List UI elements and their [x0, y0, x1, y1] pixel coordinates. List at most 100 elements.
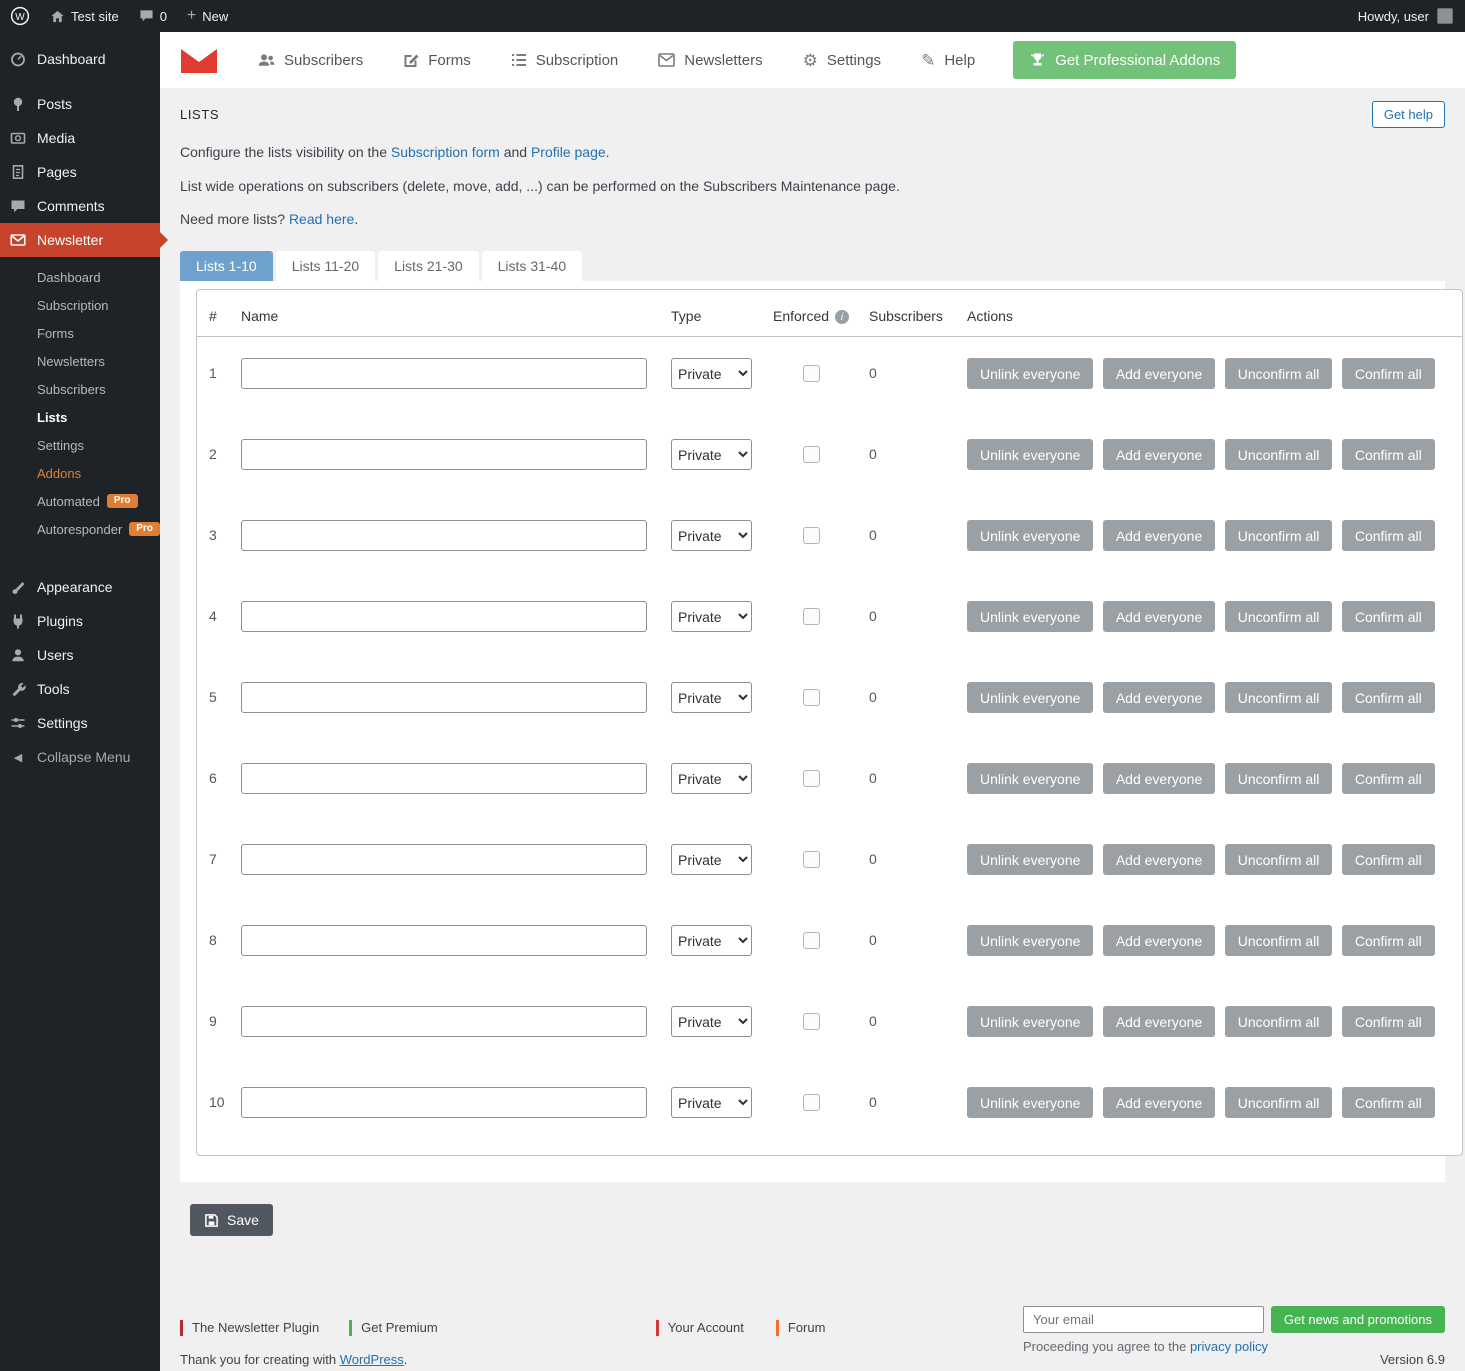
sidebar-item-users[interactable]: Users	[0, 638, 160, 672]
add-everyone-button[interactable]: Add everyone	[1103, 439, 1215, 470]
unconfirm-all-button[interactable]: Unconfirm all	[1225, 682, 1333, 713]
list-name-input[interactable]	[241, 763, 647, 794]
list-name-input[interactable]	[241, 1006, 647, 1037]
comments-menu[interactable]: 0	[129, 0, 177, 32]
list-type-select[interactable]: Private	[671, 520, 752, 551]
profile-page-link[interactable]: Profile page	[531, 144, 606, 160]
footer-email-input[interactable]	[1023, 1306, 1264, 1333]
enforced-checkbox[interactable]	[803, 770, 820, 787]
list-type-select[interactable]: Private	[671, 1087, 752, 1118]
confirm-all-button[interactable]: Confirm all	[1342, 925, 1435, 956]
submenu-item-addons[interactable]: Addons	[0, 459, 160, 487]
unconfirm-all-button[interactable]: Unconfirm all	[1225, 925, 1333, 956]
sidebar-item-posts[interactable]: Posts	[0, 87, 160, 121]
add-everyone-button[interactable]: Add everyone	[1103, 1087, 1215, 1118]
list-name-input[interactable]	[241, 925, 647, 956]
sidebar-item-settings[interactable]: Settings	[0, 706, 160, 740]
footer-link-your-account[interactable]: Your Account	[656, 1320, 744, 1336]
list-name-input[interactable]	[241, 601, 647, 632]
site-name-menu[interactable]: Test site	[40, 0, 129, 32]
submenu-item-dashboard[interactable]: Dashboard	[0, 263, 160, 291]
new-content-menu[interactable]: + New	[177, 0, 238, 32]
enforced-checkbox[interactable]	[803, 446, 820, 463]
confirm-all-button[interactable]: Confirm all	[1342, 601, 1435, 632]
tab-lists-31-40[interactable]: Lists 31-40	[482, 251, 582, 281]
sidebar-item-tools[interactable]: Tools	[0, 672, 160, 706]
enforced-checkbox[interactable]	[803, 689, 820, 706]
unconfirm-all-button[interactable]: Unconfirm all	[1225, 358, 1333, 389]
confirm-all-button[interactable]: Confirm all	[1342, 844, 1435, 875]
get-help-button[interactable]: Get help	[1372, 101, 1445, 128]
confirm-all-button[interactable]: Confirm all	[1342, 1087, 1435, 1118]
sidebar-item-newsletter[interactable]: Newsletter	[0, 223, 160, 257]
nav-item-subscribers[interactable]: Subscribers	[238, 32, 383, 88]
sidebar-item-collapse-menu[interactable]: ◀ Collapse Menu	[0, 740, 160, 774]
list-type-select[interactable]: Private	[671, 682, 752, 713]
confirm-all-button[interactable]: Confirm all	[1342, 1006, 1435, 1037]
unlink-everyone-button[interactable]: Unlink everyone	[967, 601, 1093, 632]
nav-item-settings[interactable]: ⚙ Settings	[783, 32, 901, 88]
list-name-input[interactable]	[241, 358, 647, 389]
list-name-input[interactable]	[241, 844, 647, 875]
enforced-checkbox[interactable]	[803, 1094, 820, 1111]
submenu-item-autoresponder[interactable]: Autoresponder Pro	[0, 515, 160, 543]
add-everyone-button[interactable]: Add everyone	[1103, 601, 1215, 632]
unconfirm-all-button[interactable]: Unconfirm all	[1225, 439, 1333, 470]
unlink-everyone-button[interactable]: Unlink everyone	[967, 763, 1093, 794]
confirm-all-button[interactable]: Confirm all	[1342, 439, 1435, 470]
sidebar-item-appearance[interactable]: Appearance	[0, 570, 160, 604]
enforced-checkbox[interactable]	[803, 932, 820, 949]
add-everyone-button[interactable]: Add everyone	[1103, 1006, 1215, 1037]
sidebar-item-plugins[interactable]: Plugins	[0, 604, 160, 638]
confirm-all-button[interactable]: Confirm all	[1342, 358, 1435, 389]
add-everyone-button[interactable]: Add everyone	[1103, 520, 1215, 551]
nav-item-help[interactable]: ✎ Help	[901, 32, 995, 88]
footer-link-forum[interactable]: Forum	[776, 1320, 826, 1336]
enforced-checkbox[interactable]	[803, 608, 820, 625]
submenu-item-forms[interactable]: Forms	[0, 319, 160, 347]
submenu-item-lists[interactable]: Lists	[0, 403, 160, 431]
get-professional-addons-button[interactable]: Get Professional Addons	[1013, 41, 1236, 79]
subscription-form-link[interactable]: Subscription form	[391, 144, 500, 160]
wp-logo-button[interactable]: W	[0, 0, 40, 32]
read-here-link[interactable]: Read here	[289, 211, 354, 227]
unconfirm-all-button[interactable]: Unconfirm all	[1225, 844, 1333, 875]
add-everyone-button[interactable]: Add everyone	[1103, 925, 1215, 956]
add-everyone-button[interactable]: Add everyone	[1103, 358, 1215, 389]
footer-link-get-premium[interactable]: Get Premium	[349, 1320, 438, 1336]
confirm-all-button[interactable]: Confirm all	[1342, 763, 1435, 794]
sidebar-item-comments[interactable]: Comments	[0, 189, 160, 223]
submenu-item-subscription[interactable]: Subscription	[0, 291, 160, 319]
unconfirm-all-button[interactable]: Unconfirm all	[1225, 520, 1333, 551]
get-news-button[interactable]: Get news and promotions	[1271, 1306, 1445, 1333]
unlink-everyone-button[interactable]: Unlink everyone	[967, 1006, 1093, 1037]
enforced-checkbox[interactable]	[803, 851, 820, 868]
confirm-all-button[interactable]: Confirm all	[1342, 520, 1435, 551]
enforced-checkbox[interactable]	[803, 365, 820, 382]
confirm-all-button[interactable]: Confirm all	[1342, 682, 1435, 713]
list-name-input[interactable]	[241, 439, 647, 470]
submenu-item-settings[interactable]: Settings	[0, 431, 160, 459]
wordpress-link[interactable]: WordPress	[340, 1352, 404, 1367]
unlink-everyone-button[interactable]: Unlink everyone	[967, 1087, 1093, 1118]
unconfirm-all-button[interactable]: Unconfirm all	[1225, 1087, 1333, 1118]
submenu-item-automated[interactable]: Automated Pro	[0, 487, 160, 515]
save-button[interactable]: Save	[190, 1204, 273, 1236]
unconfirm-all-button[interactable]: Unconfirm all	[1225, 763, 1333, 794]
unlink-everyone-button[interactable]: Unlink everyone	[967, 358, 1093, 389]
tab-lists-1-10[interactable]: Lists 1-10	[180, 251, 273, 281]
enforced-checkbox[interactable]	[803, 527, 820, 544]
submenu-item-newsletters[interactable]: Newsletters	[0, 347, 160, 375]
unlink-everyone-button[interactable]: Unlink everyone	[967, 925, 1093, 956]
list-type-select[interactable]: Private	[671, 439, 752, 470]
add-everyone-button[interactable]: Add everyone	[1103, 682, 1215, 713]
account-menu[interactable]: Howdy, user	[1358, 8, 1465, 24]
footer-link-newsletter-plugin[interactable]: The Newsletter Plugin	[180, 1320, 319, 1336]
nav-item-forms[interactable]: Forms	[383, 32, 491, 88]
list-type-select[interactable]: Private	[671, 763, 752, 794]
nav-item-newsletters[interactable]: Newsletters	[638, 32, 782, 88]
list-name-input[interactable]	[241, 520, 647, 551]
privacy-policy-link[interactable]: privacy policy	[1190, 1339, 1268, 1354]
sidebar-item-media[interactable]: Media	[0, 121, 160, 155]
list-type-select[interactable]: Private	[671, 1006, 752, 1037]
